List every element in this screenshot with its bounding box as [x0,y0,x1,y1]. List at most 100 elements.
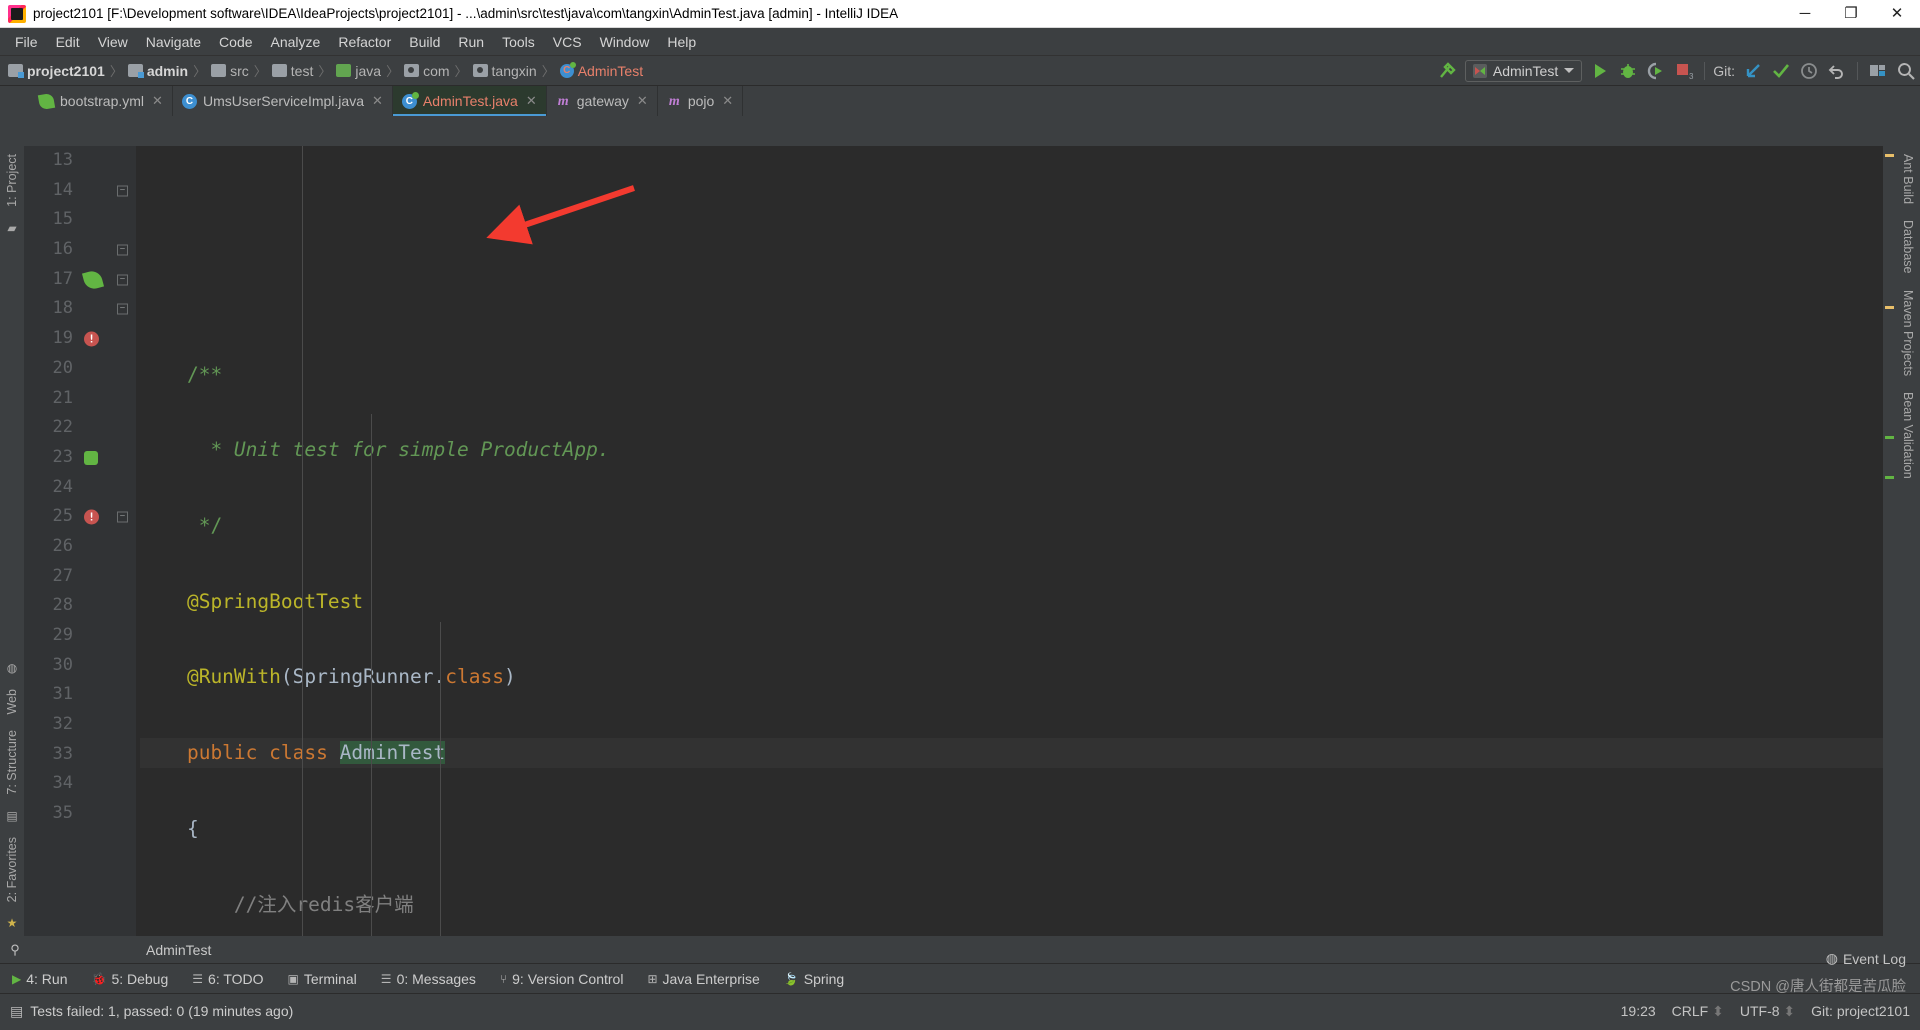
run-configuration-selector[interactable]: AdminTest [1464,59,1583,82]
tool-window-messages[interactable]: ☰ 0: Messages [369,971,488,987]
pin-icon[interactable]: ⚲ [2,942,28,958]
status-message: Tests failed: 1, passed: 0 (19 minutes a… [30,1003,294,1019]
editor-tab-umsuserserviceimpl[interactable]: C UmsUserServiceImpl.java ✕ [173,86,393,116]
tool-window-bar: ▶ 4: Run 🐞 5: Debug ☰ 6: TODO ▣ Terminal… [0,964,1920,994]
tool-window-java-enterprise[interactable]: ⊞ Java Enterprise [635,971,771,987]
tool-window-spring[interactable]: 🍃 Spring [772,971,856,987]
code-content[interactable]: /** * Unit test for simple ProductApp. *… [136,146,1883,936]
tool-window-debug[interactable]: 🐞 5: Debug [79,971,180,987]
editor-tab-gateway[interactable]: m gateway ✕ [547,86,658,116]
web-icon[interactable]: ◍ [7,661,17,675]
marker-info[interactable] [1885,476,1894,479]
event-log-label: Event Log [1842,950,1906,967]
sidebar-item-bean-validation[interactable]: Bean Validation [1901,384,1915,487]
line-number: 24 [52,476,73,497]
sidebar-item-structure[interactable]: 7: Structure [5,722,19,803]
close-icon[interactable]: ✕ [526,93,537,109]
structure-icon[interactable]: ▤ [6,809,17,823]
git-history-icon[interactable] [1796,59,1822,83]
fold-marker-icon[interactable]: − [117,303,128,315]
menu-build[interactable]: Build [400,31,449,53]
breadcrumb-admintest[interactable]: C AdminTest [559,61,643,79]
breadcrumb-test[interactable]: test [271,63,313,79]
minimize-button[interactable]: ─ [1782,0,1828,28]
tool-window-todo[interactable]: ☰ 6: TODO [180,971,275,987]
breadcrumb-tangxin[interactable]: tangxin [472,63,537,79]
bottom-panel: ⚲ AdminTest ▶ 4: Run 🐞 5: Debug ☰ 6: TOD… [0,936,1920,1030]
sidebar-item-database[interactable]: Database [1901,212,1915,282]
search-everywhere-icon[interactable] [1893,59,1919,83]
breadcrumb-com[interactable]: com [404,62,450,79]
status-line-separator[interactable]: CRLF ⬍ [1672,1003,1724,1020]
maximize-button[interactable]: ❐ [1828,0,1874,28]
fold-marker-icon[interactable]: − [117,274,128,286]
menu-refactor[interactable]: Refactor [329,31,400,53]
menu-analyze[interactable]: Analyze [262,31,330,53]
fold-marker-icon[interactable]: − [117,511,128,523]
tool-window-label: Spring [803,970,845,987]
breadcrumb-label: admin [146,62,189,79]
menu-code[interactable]: Code [210,31,261,53]
run-with-coverage-button[interactable] [1643,59,1669,83]
menu-navigate[interactable]: Navigate [137,31,210,53]
menu-file[interactable]: File [6,31,47,53]
editor-tab-pojo[interactable]: m pojo ✕ [658,86,744,116]
sidebar-item-maven-projects[interactable]: Maven Projects [1901,282,1915,384]
editor-marker-bar[interactable] [1883,146,1896,936]
sidebar-item-ant-build[interactable]: Ant Build [1901,146,1915,212]
menu-window[interactable]: Window [591,31,659,53]
tool-window-terminal[interactable]: ▣ Terminal [276,971,369,987]
fold-marker-icon[interactable]: − [117,185,128,197]
intellij-idea-icon [8,4,26,23]
close-icon[interactable]: ✕ [152,93,163,109]
breadcrumb-admin[interactable]: admin [127,62,189,79]
breadcrumb-label: project2101 [27,62,105,79]
sidebar-item-favorites[interactable]: 2: Favorites [5,829,19,910]
editor-tab-bootstrap-yml[interactable]: bootstrap.yml ✕ [30,86,173,116]
sidebar-item-project[interactable]: 1: Project [5,146,19,215]
breadcrumb-project2101[interactable]: project2101 [8,63,105,79]
status-encoding[interactable]: UTF-8 ⬍ [1740,1003,1795,1020]
fold-marker-icon[interactable]: − [117,244,128,256]
editor-gutter[interactable]: 13 14 − 15 16 − 17 − 18 − 19 ! 20 21 22 … [24,146,136,936]
run-test-failed-icon[interactable]: ! [84,331,99,347]
menu-run[interactable]: Run [449,31,493,53]
package-folder-icon [404,64,420,77]
close-icon[interactable]: ✕ [722,93,733,109]
tool-window-version-control[interactable]: ⑂ 9: Version Control [488,971,636,987]
close-icon[interactable]: ✕ [637,93,648,109]
project-structure-icon[interactable] [1865,59,1891,83]
close-icon[interactable]: ✕ [372,93,383,109]
menu-view[interactable]: View [89,31,137,53]
marker-warning[interactable] [1885,154,1894,157]
sidebar-item-web[interactable]: Web [5,681,19,722]
git-update-icon[interactable] [1740,59,1766,83]
implemented-method-icon[interactable] [84,450,98,465]
editor-tab-admintest[interactable]: C AdminTest.java ✕ [392,86,547,116]
run-tab-label[interactable]: AdminTest [146,942,211,958]
breadcrumb-label: com [423,62,450,79]
build-hammer-icon[interactable] [1434,59,1460,83]
spring-leaf-icon[interactable] [81,268,105,291]
event-log-button[interactable]: ◍ Event Log [1826,950,1906,967]
close-button[interactable]: ✕ [1874,0,1920,28]
tool-window-run[interactable]: ▶ 4: Run [0,971,79,987]
menu-vcs[interactable]: VCS [544,31,591,53]
stop-button[interactable]: 3 [1671,59,1697,83]
marker-info[interactable] [1885,436,1894,439]
status-git-branch[interactable]: Git: project2101 [1811,1003,1910,1019]
menu-tools[interactable]: Tools [493,31,544,53]
git-commit-icon[interactable] [1768,59,1794,83]
breadcrumb-src[interactable]: src [211,63,249,79]
code-editor[interactable]: 13 14 − 15 16 − 17 − 18 − 19 ! 20 21 22 … [24,146,1896,936]
favorites-star-icon[interactable]: ★ [7,916,18,930]
structure-folder-icon[interactable]: ▰ [7,221,16,235]
breadcrumb-java[interactable]: java [336,63,381,79]
menu-help[interactable]: Help [658,31,705,53]
debug-button[interactable] [1615,59,1641,83]
run-button[interactable] [1587,59,1613,83]
run-test-failed-icon[interactable]: ! [84,509,99,525]
marker-warning[interactable] [1885,306,1894,309]
undo-icon[interactable] [1824,59,1850,83]
menu-edit[interactable]: Edit [47,31,89,53]
